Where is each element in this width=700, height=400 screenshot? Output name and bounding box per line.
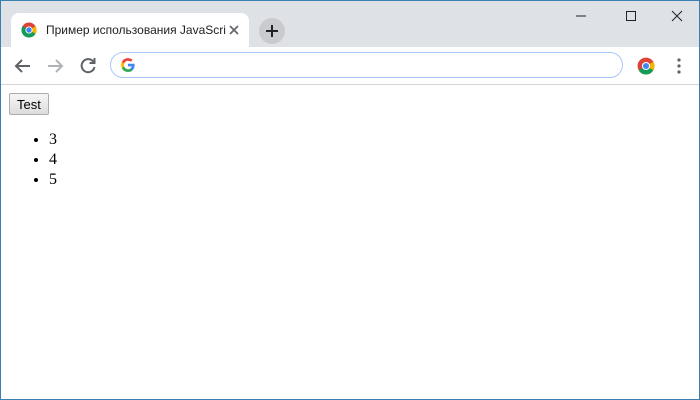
reload-button[interactable] [77,55,99,77]
reload-icon [80,58,96,74]
maximize-icon [626,11,636,21]
arrow-right-icon [48,59,64,73]
close-icon[interactable] [227,23,241,37]
chrome-icon[interactable] [637,57,655,75]
test-button[interactable]: Test [9,93,49,115]
new-tab-button[interactable] [259,18,285,44]
kebab-menu-icon [677,58,681,74]
list-item: 5 [49,170,57,190]
minimize-icon [576,15,586,17]
close-icon [671,10,683,22]
window-close-button[interactable] [657,5,697,27]
browser-toolbar [1,47,699,85]
menu-button[interactable] [671,55,687,77]
back-button[interactable] [12,55,34,77]
list-item: 4 [49,150,57,170]
arrow-left-icon [14,59,30,73]
number-list: 3 4 5 [9,130,57,190]
address-bar[interactable] [110,52,623,78]
address-input[interactable] [143,56,603,74]
tab-active[interactable]: Пример использования JavaScript [11,13,249,47]
plus-icon [266,25,278,37]
forward-button[interactable] [44,55,66,77]
tab-title: Пример использования JavaScript [46,23,226,37]
page-content: Test 3 4 5 [1,85,699,399]
google-icon [121,58,135,72]
list-item: 3 [49,130,57,150]
browser-window: Пример использования JavaScript Test • 3… [0,0,700,400]
title-bar: Пример использования JavaScript [1,1,699,47]
minimize-button[interactable] [561,5,601,27]
chrome-icon [21,22,37,38]
maximize-button[interactable] [611,5,651,27]
